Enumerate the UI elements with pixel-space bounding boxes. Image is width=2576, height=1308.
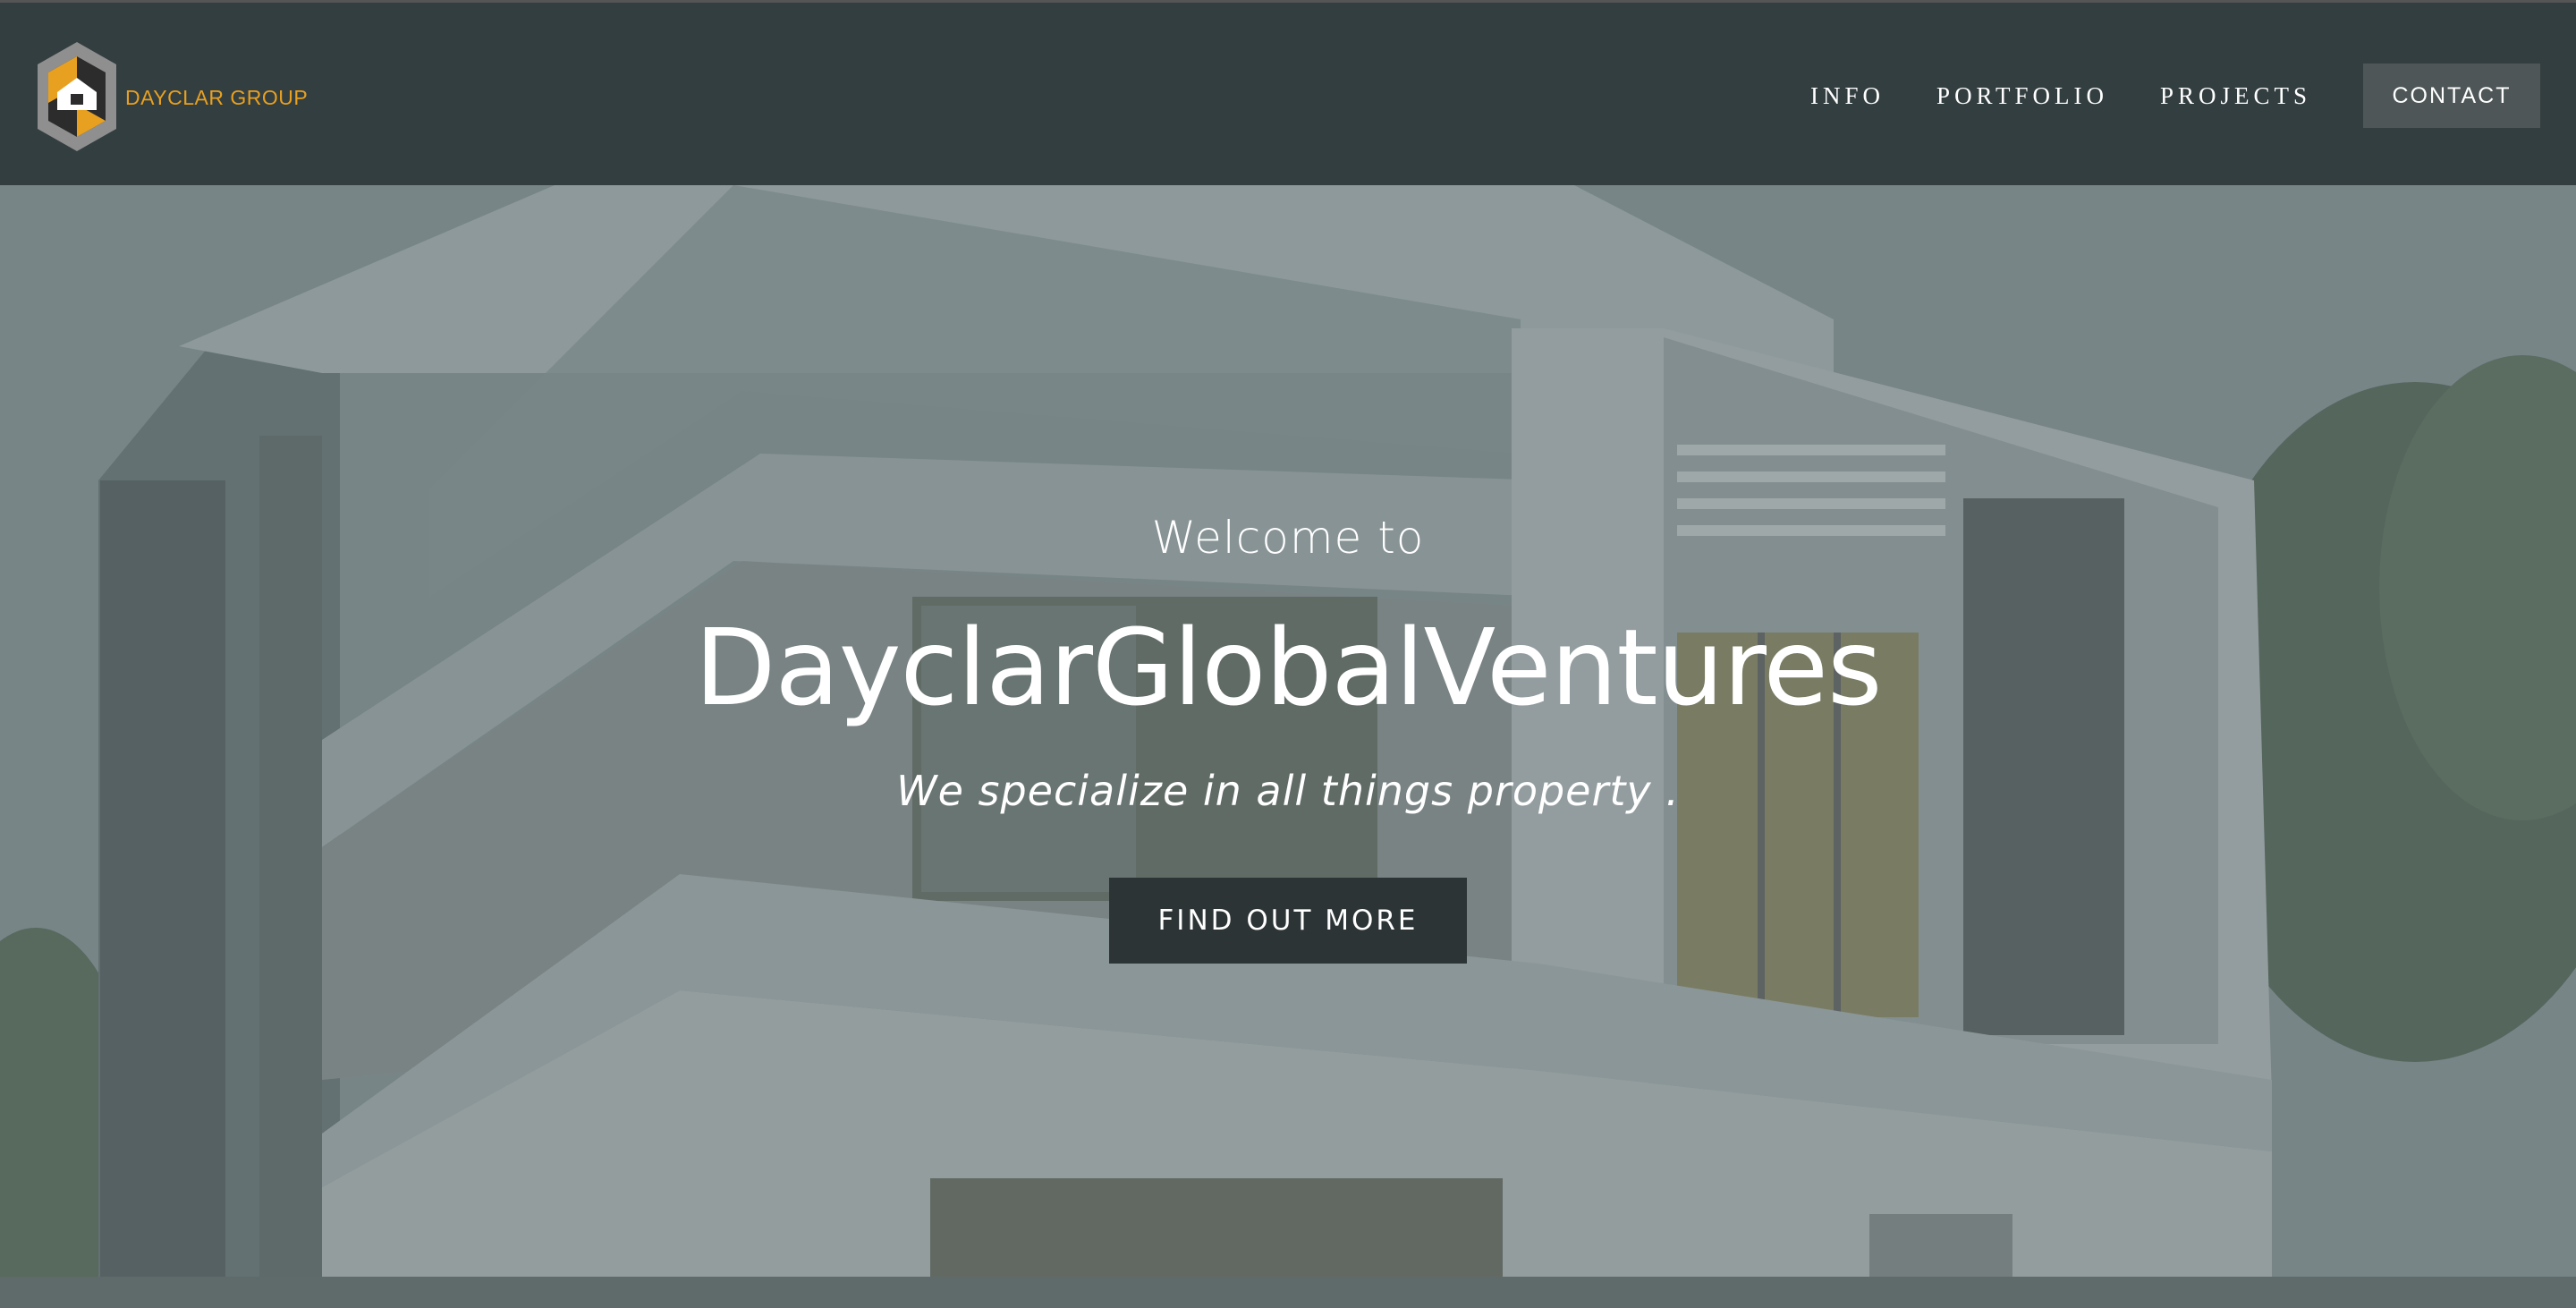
bottom-strip <box>0 1277 2576 1308</box>
contact-button[interactable]: CONTACT <box>2363 64 2540 128</box>
nav-portfolio[interactable]: PORTFOLIO <box>1936 82 2108 110</box>
page: DAYCLAR GROUP INFO PORTFOLIO PROJECTS CO… <box>0 0 2576 1308</box>
brand-logo[interactable]: DAYCLAR GROUP <box>34 40 308 153</box>
house-hexagon-logo-icon <box>38 42 116 151</box>
hero-tagline: We specialize in all things property . <box>896 767 1680 815</box>
find-out-more-button[interactable]: FIND OUT MORE <box>1109 878 1467 964</box>
nav-info[interactable]: INFO <box>1810 82 1885 110</box>
site-header: DAYCLAR GROUP INFO PORTFOLIO PROJECTS CO… <box>0 0 2576 185</box>
hero-title: DayclarGlobalVentures <box>694 606 1883 729</box>
logo-wordmark: DAYCLAR GROUP <box>125 85 309 109</box>
main-nav: INFO PORTFOLIO PROJECTS CONTACT <box>1810 64 2540 128</box>
hero-section: Welcome to DayclarGlobalVentures We spec… <box>0 185 2576 1277</box>
nav-projects[interactable]: PROJECTS <box>2160 82 2311 110</box>
hero-kicker: Welcome to <box>1151 512 1425 564</box>
hero-content: Welcome to DayclarGlobalVentures We spec… <box>0 185 2576 1277</box>
